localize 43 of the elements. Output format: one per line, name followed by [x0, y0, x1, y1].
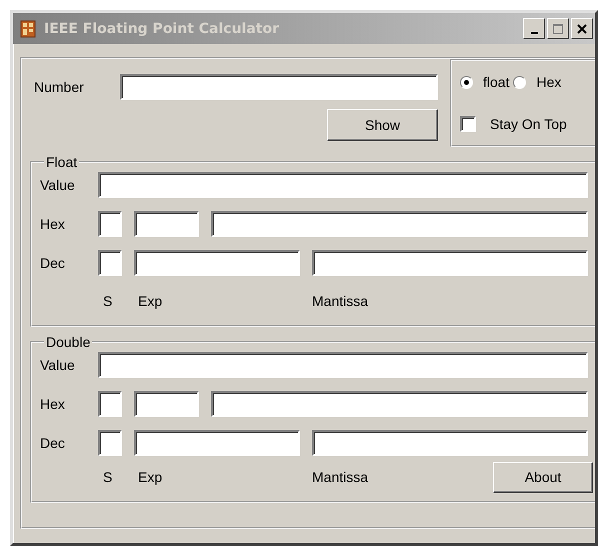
mantissa-field[interactable] — [211, 391, 588, 417]
column-caption: S — [103, 469, 112, 485]
exponent-field[interactable] — [134, 211, 199, 237]
number-label: Number — [34, 79, 85, 95]
group-title: Double — [46, 334, 90, 350]
row-label: Value — [40, 357, 76, 373]
close-button[interactable] — [571, 18, 593, 39]
stay-on-top-checkbox[interactable]: Stay On Top — [460, 116, 595, 132]
column-caption: Mantissa — [312, 469, 368, 485]
minimize-button[interactable] — [523, 18, 545, 39]
row-label: Hex — [40, 396, 66, 412]
group-title: Float — [46, 154, 78, 170]
maximize-icon — [552, 22, 564, 34]
row-label: Value — [40, 177, 76, 193]
sign-field[interactable] — [98, 211, 122, 237]
row-label: Dec — [40, 435, 66, 451]
exponent-field[interactable] — [134, 430, 300, 456]
mantissa-field[interactable] — [312, 430, 588, 456]
mantissa-field[interactable] — [211, 211, 588, 237]
radio-option[interactable]: float — [460, 74, 510, 90]
about-button[interactable]: About — [493, 462, 593, 492]
window-title: IEEE Floating Point Calculator — [44, 20, 280, 36]
sign-field[interactable] — [98, 391, 122, 417]
sign-field[interactable] — [98, 430, 122, 456]
mantissa-field[interactable] — [312, 250, 588, 276]
value-field[interactable] — [98, 172, 588, 198]
number-field[interactable] — [120, 74, 438, 100]
column-caption: Exp — [138, 293, 162, 309]
maximize-button[interactable] — [547, 18, 569, 39]
row-label: Hex — [40, 216, 66, 232]
sign-field[interactable] — [98, 250, 122, 276]
column-caption: Exp — [138, 469, 162, 485]
column-caption: S — [103, 293, 112, 309]
show-button[interactable]: Show — [327, 109, 438, 141]
minimize-icon — [530, 32, 538, 34]
column-caption: Mantissa — [312, 293, 368, 309]
app-icon — [20, 20, 36, 38]
exponent-field[interactable] — [134, 391, 199, 417]
radio-option[interactable]: Hex — [513, 74, 562, 90]
value-field[interactable] — [98, 352, 588, 378]
row-label: Dec — [40, 255, 66, 271]
exponent-field[interactable] — [134, 250, 300, 276]
close-icon — [577, 24, 587, 34]
